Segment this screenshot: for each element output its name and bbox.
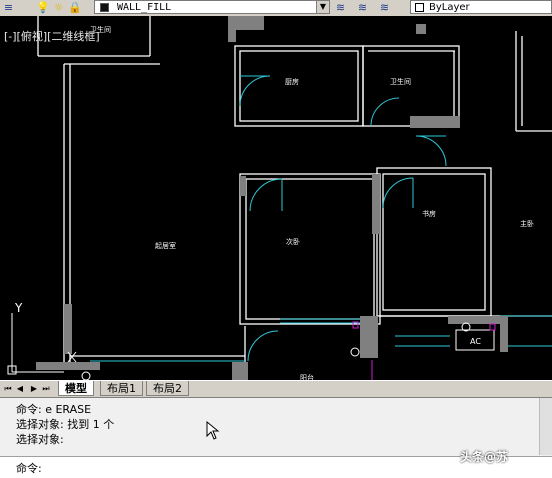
command-history: 命令: e ERASE 选择对象: 找到 1 个 选择对象: xyxy=(16,402,114,447)
make-current-icon[interactable]: ≋ xyxy=(334,1,347,14)
viewport-controls[interactable]: [-][俯视][二维线框] xyxy=(4,28,100,44)
room-label-kitchen: 厨房 xyxy=(285,77,299,86)
layer-dropdown[interactable]: WALL_FILL ▼ xyxy=(94,0,330,14)
room-label-bedroom1: 次卧 xyxy=(286,237,300,246)
drawing-canvas[interactable]: AC 卫生间 厨房 卫生间 起居室 次卧 书房 主卧 阳台 Y xyxy=(0,16,552,380)
room-label-bedroom2: 书房 xyxy=(422,209,436,218)
room-label-balcony: 阳台 xyxy=(300,373,314,380)
layer-previous-icon[interactable]: ≋ xyxy=(356,1,369,14)
lock-icon[interactable]: 🔒 xyxy=(68,1,82,14)
ac-label: AC xyxy=(470,337,481,346)
chevron-down-icon[interactable]: ▼ xyxy=(316,1,329,13)
prev-tab-icon[interactable]: ◀ xyxy=(16,384,24,394)
last-tab-icon[interactable]: ⏭ xyxy=(42,384,50,394)
command-window: 命令: e ERASE 选择对象: 找到 1 个 选择对象: 命令: xyxy=(0,397,552,478)
command-prompt: 命令: xyxy=(16,462,42,475)
watermark: 头条@苏 xyxy=(460,450,509,464)
color-dropdown[interactable]: ByLayer xyxy=(410,0,552,14)
layer-toolbar: ≡ 💡 ☼ 🔒 WALL_FILL ▼ ≋ ≋ ≋ ByLayer xyxy=(0,0,552,17)
layer-name: WALL_FILL xyxy=(117,2,172,13)
history-line: 选择对象: xyxy=(16,433,64,446)
first-tab-icon[interactable]: ⏮ xyxy=(4,384,12,394)
tab-model[interactable]: 模型 xyxy=(58,381,94,396)
tab-layout1[interactable]: 布局1 xyxy=(100,381,143,396)
mouse-cursor-icon xyxy=(206,421,220,440)
layer-color-swatch xyxy=(100,3,109,12)
command-scrollbar[interactable] xyxy=(539,398,552,455)
color-swatch xyxy=(415,3,424,12)
tab-layout2[interactable]: 布局2 xyxy=(146,381,189,396)
history-line: 命令: e ERASE xyxy=(16,403,92,416)
room-label-master: 主卧 xyxy=(520,219,534,228)
ucs-y-label: Y xyxy=(14,301,23,315)
room-label-living: 起居室 xyxy=(155,241,176,250)
history-line: 选择对象: 找到 1 个 xyxy=(16,418,115,431)
layer-match-icon[interactable]: ≋ xyxy=(378,1,391,14)
next-tab-icon[interactable]: ▶ xyxy=(30,384,38,394)
color-value: ByLayer xyxy=(429,2,470,13)
layer-manager-icon[interactable]: ≡ xyxy=(2,1,15,14)
room-label-bath: 卫生间 xyxy=(390,77,411,86)
layout-tabs-bar: ⏮ ◀ ▶ ⏭ 模型 布局1 布局2 xyxy=(0,380,552,397)
sun-icon[interactable]: ☼ xyxy=(52,1,65,14)
lightbulb-icon[interactable]: 💡 xyxy=(36,1,50,14)
